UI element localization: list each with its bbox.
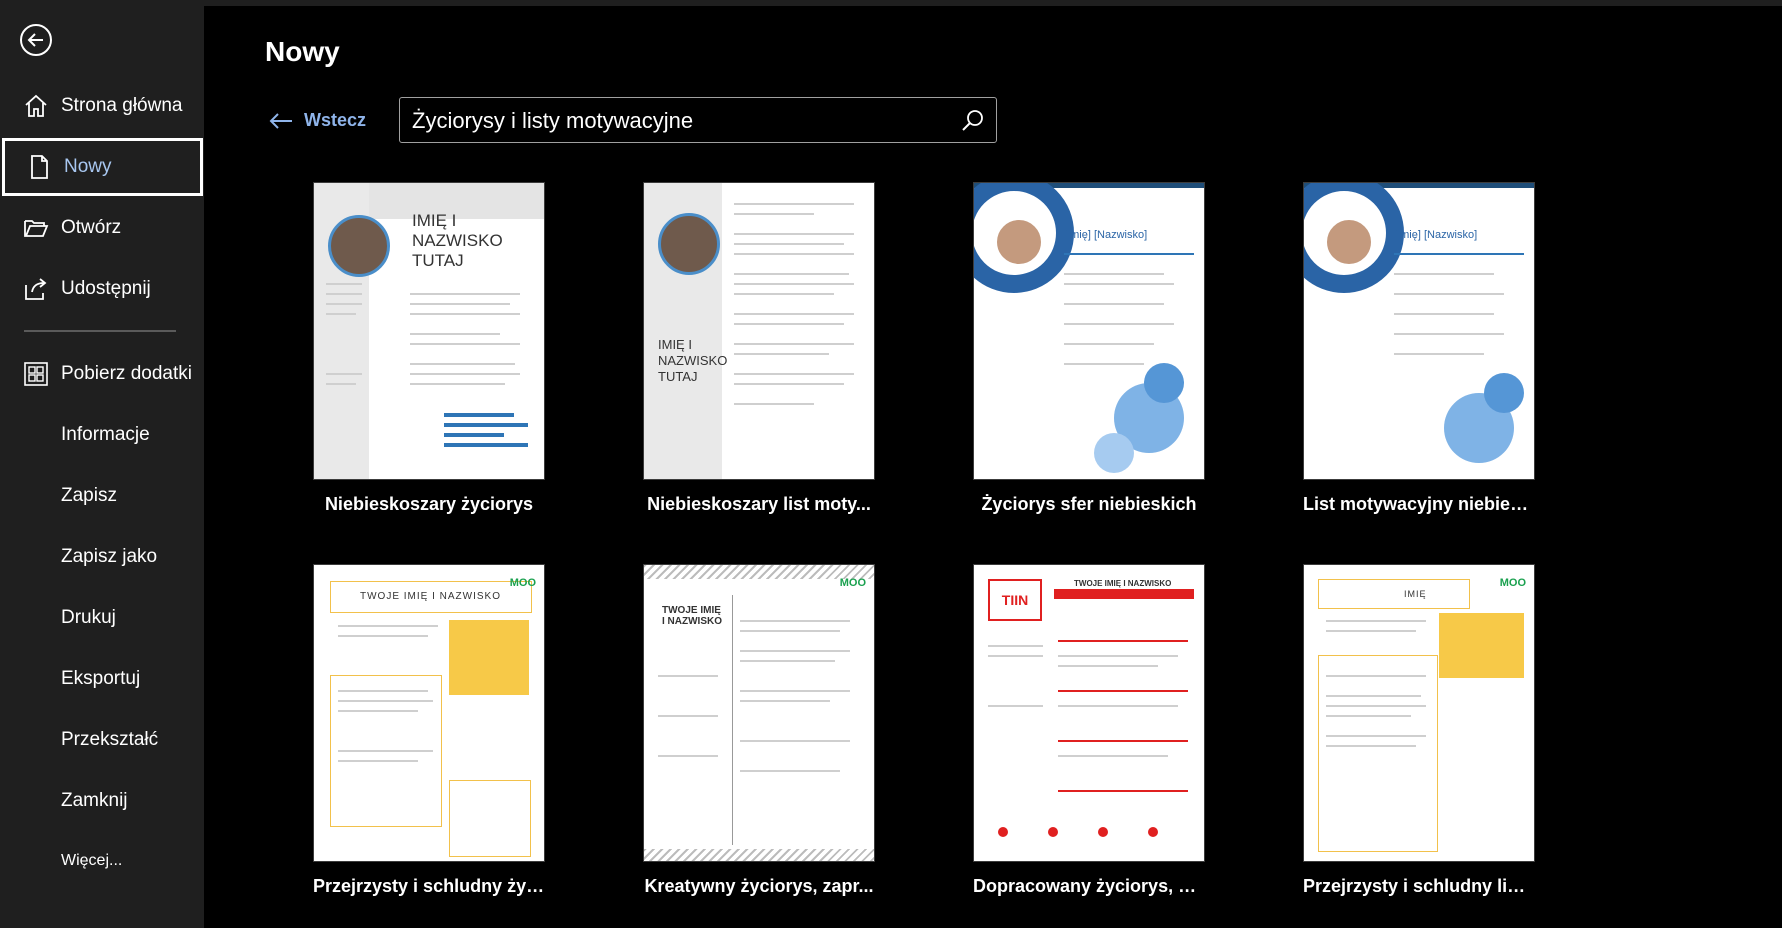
template-thumbnail: TIIN TWOJE IMIĘ I NAZWISKO (973, 564, 1205, 862)
search-input[interactable] (410, 98, 944, 144)
thumbnail-name: TWOJE IMIĘ I NAZWISKO (1074, 579, 1172, 588)
template-tile[interactable]: TIIN TWOJE IMIĘ I NAZWISKO Dopracowany ż… (973, 564, 1205, 897)
template-label: Przejrzysty i schludny życi... (313, 876, 545, 896)
sidebar-item-share[interactable]: Udostępnij (0, 260, 204, 318)
thumbnail-name: IMIĘ I NAZWISKO TUTAJ (658, 337, 728, 384)
sidebar-item-label: Przekształć (61, 729, 159, 750)
template-tile[interactable]: IMIĘ I NAZWISKO TUTAJ Niebieskoszary życ… (313, 182, 545, 515)
sidebar-divider (24, 330, 176, 332)
sidebar-item-info[interactable]: Informacje (0, 406, 204, 464)
sidebar-item-label: Eksportuj (61, 668, 141, 689)
back-arrow-icon[interactable] (16, 20, 56, 60)
sidebar-item-label: Zamknij (61, 790, 128, 811)
template-label: Przejrzysty i schludny list... (1303, 876, 1535, 896)
sidebar-item-label: Zapisz (61, 485, 117, 506)
template-thumbnail: IMIĘ MOO (1303, 564, 1535, 862)
backstage-sidebar: Strona główna Nowy Otwórz Udostępnij Pob… (0, 0, 204, 928)
tiin-badge: TIIN (988, 579, 1042, 621)
template-thumbnail: [Imię] [Nazwisko] (1303, 182, 1535, 480)
home-icon (25, 94, 47, 117)
thumbnail-name: IMIĘ (1404, 589, 1427, 599)
add-ins-icon (24, 362, 48, 386)
thumbnail-name: [Imię] [Nazwisko] (1064, 229, 1148, 241)
new-document-icon (31, 155, 48, 179)
template-thumbnail: TWOJE IMIĘ I NAZWISKO MOO (643, 564, 875, 862)
sidebar-item-label: Informacje (61, 424, 150, 445)
back-button[interactable]: Wstecz (268, 110, 366, 131)
arrow-left-icon (269, 112, 292, 129)
template-thumbnail: IMIĘ I NAZWISKO TUTAJ (313, 182, 545, 480)
template-label: Niebieskoszary list moty... (647, 494, 871, 514)
sidebar-item-save[interactable]: Zapisz (0, 467, 204, 525)
sidebar-item-label: Strona główna (61, 95, 183, 116)
sidebar-item-label: Więcej... (61, 852, 123, 869)
sidebar-item-home[interactable]: Strona główna (0, 77, 204, 135)
sidebar-item-more[interactable]: Więcej... (0, 832, 204, 890)
search-icon[interactable] (960, 108, 986, 134)
main-pane: Nowy Wstecz IMIĘ I NAZWISKO TUTAJ (204, 6, 1782, 928)
sidebar-item-label: Nowy (64, 156, 112, 177)
sidebar-item-print[interactable]: Drukuj (0, 589, 204, 647)
thumbnail-name: [Imię] [Nazwisko] (1394, 229, 1478, 241)
search-box[interactable] (399, 97, 997, 144)
folder-open-icon (24, 220, 49, 237)
back-label: Wstecz (304, 110, 367, 130)
template-thumbnail: TWOJE IMIĘ I NAZWISKO MOO (313, 564, 545, 862)
template-label: Kreatywny życiorys, zapr... (644, 876, 874, 896)
template-thumbnail: [Imię] [Nazwisko] (973, 182, 1205, 480)
moo-badge: MOO (839, 577, 866, 589)
sidebar-item-label: Zapisz jako (61, 546, 158, 567)
thumbnail-name: IMIĘ I NAZWISKO TUTAJ (412, 211, 503, 270)
template-tile[interactable]: IMIĘ MOO Przejrzysty i schludny list... (1303, 564, 1535, 897)
page-title: Nowy (265, 36, 340, 67)
template-tile[interactable]: IMIĘ I NAZWISKO TUTAJ Niebieskoszary lis… (643, 182, 875, 515)
sidebar-item-export[interactable]: Eksportuj (0, 650, 204, 708)
moo-badge: MOO (1499, 577, 1526, 589)
template-tile[interactable]: TWOJE IMIĘ I NAZWISKO MOO Kreatywny życi… (643, 564, 875, 897)
sidebar-item-label: Otwórz (61, 217, 122, 238)
sidebar-item-addins[interactable]: Pobierz dodatki (0, 345, 204, 403)
template-label: Dopracowany życiorys, za... (973, 876, 1205, 896)
sidebar-item-close[interactable]: Zamknij (0, 772, 204, 830)
sidebar-item-label: Drukuj (61, 607, 116, 628)
template-tile[interactable]: [Imię] [Nazwisko] Życiorys sfer niebiesk… (973, 182, 1205, 515)
template-label: Niebieskoszary życiorys (324, 494, 534, 514)
sidebar-item-new[interactable]: Nowy (2, 138, 203, 196)
sidebar-item-transform[interactable]: Przekształć (0, 711, 204, 769)
share-icon (25, 278, 47, 300)
sidebar-item-label: Pobierz dodatki (61, 363, 192, 384)
template-label: Życiorys sfer niebieskich (981, 494, 1197, 514)
template-tile[interactable]: [Imię] [Nazwisko] List motywacyjny niebi… (1303, 182, 1535, 515)
template-thumbnail: IMIĘ I NAZWISKO TUTAJ (643, 182, 875, 480)
sidebar-item-open[interactable]: Otwórz (0, 199, 204, 257)
sidebar-item-label: Udostępnij (61, 278, 151, 299)
moo-badge: MOO (509, 577, 536, 589)
template-tile[interactable]: TWOJE IMIĘ I NAZWISKO MOO Przejrzysty i … (313, 564, 545, 897)
sidebar-item-save-as[interactable]: Zapisz jako (0, 528, 204, 586)
template-label: List motywacyjny niebies... (1303, 494, 1535, 514)
thumbnail-name: TWOJE IMIĘ I NAZWISKO (360, 591, 501, 602)
thumbnail-name: TWOJE IMIĘ I NAZWISKO (662, 605, 722, 627)
